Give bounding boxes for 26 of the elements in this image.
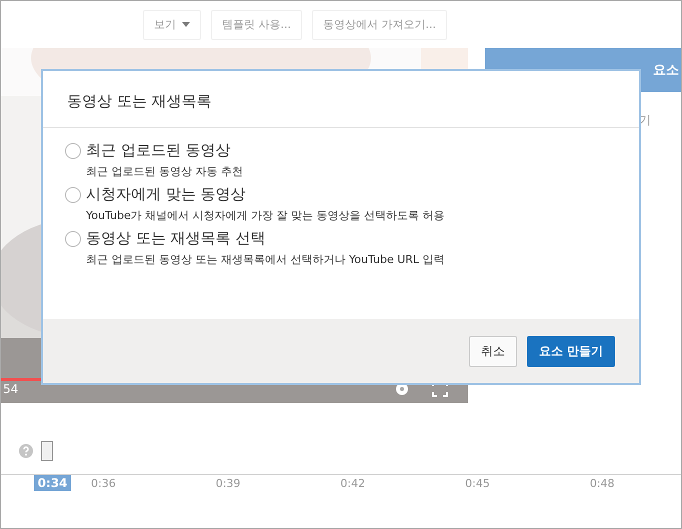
tick-label: 0:48 [590, 476, 615, 490]
toolbar-button[interactable]: 템플릿 사용... [211, 10, 302, 40]
radio-button[interactable] [65, 143, 81, 159]
option-description: YouTube가 채널에서 시청자에게 가장 잘 맞는 동영상을 선택하도록 허용 [86, 208, 445, 223]
playhead-handle[interactable] [41, 441, 53, 461]
option-label: 최근 업로드된 동영상 [86, 141, 232, 160]
help-icon[interactable] [19, 444, 33, 458]
panel-title: 요소 [653, 62, 679, 79]
option-description: 최근 업로드된 동영상 자동 추천 [86, 164, 243, 179]
create-button[interactable]: 요소 만들기 [526, 336, 615, 366]
tick-label: 0:42 [340, 476, 366, 490]
option-label: 시청자에게 맞는 동영상 [86, 185, 247, 204]
tick-label: 0:45 [465, 476, 490, 490]
tick-label: 0:39 [216, 476, 240, 490]
current-time-label: 0:34 [34, 475, 71, 491]
toolbar-button[interactable]: 보기 [143, 10, 201, 40]
cancel-button[interactable]: 취소 [468, 336, 517, 366]
toolbar-button[interactable]: 동영상에서 가져오기... [312, 10, 447, 40]
tick-label: 0:36 [91, 476, 116, 490]
option-description: 최근 업로드된 동영상 또는 재생목록에서 선택하거나 YouTube URL 입력 [86, 252, 445, 267]
radio-button[interactable] [65, 187, 81, 203]
time-label: 54 [3, 382, 18, 396]
option-label: 동영상 또는 재생목록 선택 [86, 229, 266, 248]
caret-icon [182, 22, 190, 27]
radio-button[interactable] [65, 231, 81, 247]
dialog-title: 동영상 또는 재생목록 [43, 71, 639, 128]
